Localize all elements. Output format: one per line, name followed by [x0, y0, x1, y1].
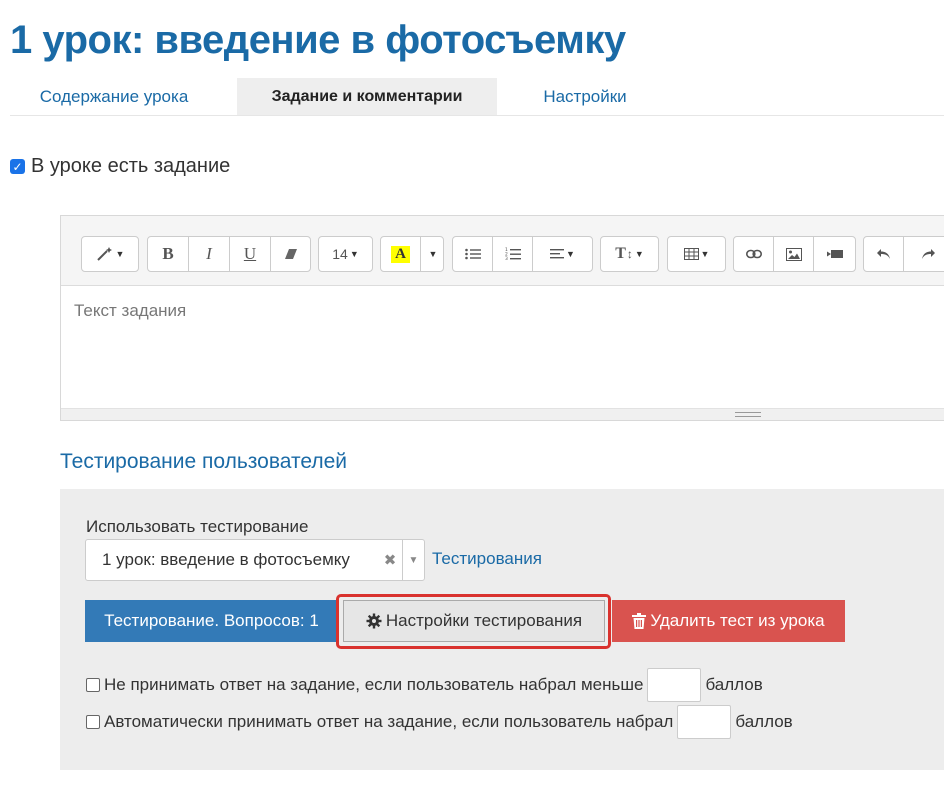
delete-test-label: Удалить тест из урока — [650, 611, 825, 630]
highlight-group: A ▼ — [380, 236, 444, 272]
test-select-value: 1 урок: введение в фотосъемку — [102, 550, 350, 569]
page-title: 1 урок: введение в фотосъемку — [10, 18, 626, 62]
test-questions-button[interactable]: Тестирование. Вопросов: 1 — [85, 600, 338, 642]
font-size-dropdown[interactable]: 14 ▼ — [319, 237, 372, 271]
insert-video-button[interactable] — [814, 237, 855, 271]
task-text-placeholder: Текст задания — [74, 301, 187, 320]
paragraph-group: 123 ▼ — [452, 236, 593, 272]
table-group: ▼ — [667, 236, 726, 272]
text-size-group: T ↕ ▼ — [600, 236, 659, 272]
tab-settings[interactable]: Настройки — [515, 78, 655, 115]
image-icon — [785, 247, 802, 261]
clear-selection-icon[interactable]: ✖ — [378, 551, 402, 569]
tabs-bar: Содержание урока Задание и комментарии Н… — [10, 78, 944, 116]
text-height-icon: T — [615, 245, 626, 262]
gear-icon — [366, 613, 382, 629]
insert-image-button[interactable] — [774, 237, 814, 271]
numbered-list-icon: 123 — [505, 247, 521, 261]
link-icon — [745, 249, 762, 259]
resize-grip-icon[interactable] — [735, 412, 761, 417]
insert-link-button[interactable] — [734, 237, 774, 271]
font-size-group: 14 ▼ — [318, 236, 373, 272]
testing-section-title: Тестирование пользователей — [60, 450, 347, 473]
chevron-down-icon: ▼ — [634, 249, 644, 259]
undo-icon — [876, 249, 890, 259]
chevron-down-icon: ▼ — [700, 249, 710, 259]
tests-link[interactable]: Тестирования — [432, 549, 542, 569]
numbered-list-button[interactable]: 123 — [493, 237, 533, 271]
bulleted-list-icon — [464, 248, 481, 260]
svg-text:3: 3 — [505, 256, 508, 261]
insert-group — [733, 236, 856, 272]
magic-wand-icon — [96, 247, 112, 261]
eraser-button[interactable] — [271, 237, 310, 271]
test-settings-label: Настройки тестирования — [385, 611, 583, 630]
chevron-down-icon: ▼ — [349, 249, 359, 259]
min-score-condition: Не принимать ответ на задание, если поль… — [86, 668, 763, 702]
style-group: ▼ — [81, 236, 139, 272]
undo-button[interactable] — [864, 237, 904, 271]
min-score-checkbox[interactable] — [86, 678, 100, 692]
auto-accept-checkbox[interactable] — [86, 715, 100, 729]
highlight-button[interactable]: A — [381, 237, 421, 271]
tab-task-and-comments[interactable]: Задание и комментарии — [237, 78, 497, 115]
chevron-down-icon: ▼ — [428, 249, 438, 259]
video-icon — [826, 250, 843, 258]
use-testing-label: Использовать тестирование — [86, 517, 309, 536]
test-select[interactable]: 1 урок: введение в фотосъемку ✖ ▼ — [85, 539, 425, 581]
align-dropdown[interactable]: ▼ — [533, 237, 592, 271]
min-score-label: Не принимать ответ на задание, если поль… — [104, 675, 644, 694]
has-task-checkbox[interactable]: ✓ — [10, 159, 25, 174]
auto-accept-input[interactable] — [677, 705, 732, 739]
has-task-label: В уроке есть задание — [31, 155, 231, 177]
auto-accept-condition: Автоматически принимать ответ на задание… — [86, 705, 793, 739]
redo-icon — [922, 249, 935, 259]
select-arrow-icon[interactable]: ▼ — [402, 540, 424, 580]
chevron-down-icon: ▼ — [566, 249, 575, 259]
bold-button[interactable]: B — [148, 237, 189, 271]
chevron-down-icon: ▼ — [115, 249, 125, 259]
text-height-dropdown[interactable]: T ↕ ▼ — [601, 237, 658, 271]
task-text-area[interactable]: Текст задания — [61, 287, 944, 409]
highlight-icon: A — [391, 245, 410, 263]
min-score-input[interactable] — [647, 668, 702, 702]
table-icon — [683, 248, 699, 260]
task-editor: ▼ B I U 14 ▼ A ▼ 1 2 3 ▼ T ↕ ▼ ▼ Текст з… — [60, 215, 944, 421]
editor-toolbar: ▼ B I U 14 ▼ A ▼ 1 2 3 ▼ T ↕ ▼ ▼ — [61, 216, 944, 286]
auto-accept-suffix: баллов — [735, 712, 793, 731]
magic-wand-button[interactable]: ▼ — [82, 237, 138, 271]
italic-button[interactable]: I — [189, 237, 230, 271]
vertical-arrows-icon: ↕ — [626, 247, 633, 261]
align-left-icon — [550, 249, 565, 259]
test-settings-button[interactable]: Настройки тестирования — [343, 600, 605, 642]
auto-accept-label: Автоматически принимать ответ на задание… — [104, 712, 674, 731]
underline-button[interactable]: U — [230, 237, 271, 271]
trash-icon — [632, 613, 647, 629]
editor-resize-bar[interactable] — [61, 408, 944, 420]
has-task-row: ✓ В уроке есть задание — [10, 155, 230, 178]
eraser-icon — [284, 249, 297, 259]
testing-panel: Использовать тестирование 1 урок: введен… — [60, 489, 944, 770]
tab-lesson-content[interactable]: Содержание урока — [10, 78, 218, 115]
min-score-suffix: баллов — [705, 675, 763, 694]
format-group: B I U — [147, 236, 311, 272]
bulleted-list-button[interactable] — [453, 237, 493, 271]
history-group — [863, 236, 944, 272]
font-size-value: 14 — [332, 246, 348, 262]
table-dropdown[interactable]: ▼ — [668, 237, 725, 271]
redo-button[interactable] — [904, 237, 944, 271]
delete-test-button[interactable]: Удалить тест из урока — [612, 600, 845, 642]
highlight-dropdown[interactable]: ▼ — [421, 237, 443, 271]
